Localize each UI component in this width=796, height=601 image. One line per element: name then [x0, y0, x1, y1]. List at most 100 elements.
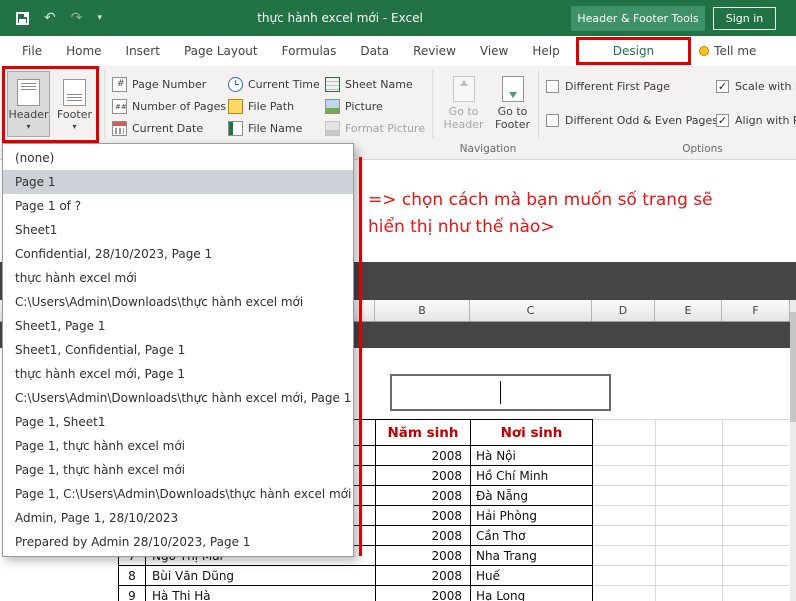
cell-city[interactable]: Hải Phòng	[471, 506, 593, 526]
gridline	[593, 465, 789, 466]
tab-help[interactable]: Help	[520, 36, 571, 66]
header-dropdown-item[interactable]: Page 1, thực hành excel mới	[3, 458, 353, 482]
window-title: thực hành excel mới - Excel	[257, 11, 423, 25]
go-to-footer-button[interactable]: Go to Footer	[489, 70, 536, 136]
save-icon[interactable]	[16, 11, 29, 25]
cell-name[interactable]: Hà Thị Hà	[146, 586, 376, 601]
tab-data[interactable]: Data	[348, 36, 401, 66]
sheet-name-button[interactable]: Sheet Name	[325, 75, 413, 94]
table-header-year[interactable]: Năm sinh	[376, 420, 471, 446]
column-header-E[interactable]: E	[655, 300, 722, 321]
annotation-text: => chọn cách mà bạn muốn số trang sẽ hiể…	[368, 187, 713, 241]
file-name-button[interactable]: File Name	[228, 119, 302, 138]
excel-window: ↶ ↷ ▾ thực hành excel mới - Excel Header…	[0, 0, 796, 601]
cell-city[interactable]: Hạ Long	[471, 586, 593, 601]
checkbox-icon[interactable]: ✓	[716, 80, 729, 93]
folder-icon	[228, 99, 243, 114]
column-header-C[interactable]: C	[470, 300, 592, 321]
header-dropdown-item[interactable]: Prepared by Admin 28/10/2023, Page 1	[3, 530, 353, 554]
chevron-down-icon: ▾	[26, 121, 31, 131]
cell-city[interactable]: Hồ Chí Minh	[471, 466, 593, 486]
cell-year[interactable]: 2008	[376, 446, 471, 466]
tab-view[interactable]: View	[468, 36, 520, 66]
tell-me-label: Tell me	[714, 44, 757, 58]
tab-design[interactable]: Design	[575, 37, 692, 65]
current-time-label: Current Time	[248, 78, 320, 91]
header-dropdown-item[interactable]: C:\Users\Admin\Downloads\thực hành excel…	[3, 290, 353, 314]
quick-access-toolbar: ↶ ↷ ▾	[16, 0, 102, 36]
footer-button[interactable]: Footer ▾	[53, 71, 96, 137]
page-number-button[interactable]: Page Number	[112, 75, 206, 94]
cell-name[interactable]: Bùi Văn Dũng	[146, 566, 376, 586]
checkbox-icon[interactable]	[546, 114, 559, 127]
tab-file[interactable]: File	[10, 36, 54, 66]
gridline	[593, 419, 789, 420]
file-path-button[interactable]: File Path	[228, 97, 294, 116]
header-dropdown-item[interactable]: Sheet1	[3, 218, 353, 242]
checkbox-icon[interactable]: ✓	[716, 114, 729, 127]
text-cursor	[500, 381, 501, 404]
header-dropdown-item[interactable]: Sheet1, Confidential, Page 1	[3, 338, 353, 362]
header-dropdown-item[interactable]: Page 1, C:\Users\Admin\Downloads\thực hà…	[3, 482, 353, 506]
cell-year[interactable]: 2008	[376, 486, 471, 506]
cell-city[interactable]: Huế	[471, 566, 593, 586]
redo-icon[interactable]: ↷	[71, 11, 83, 25]
header-dropdown-item[interactable]: Page 1, Sheet1	[3, 410, 353, 434]
number-of-pages-button[interactable]: Number of Pages	[112, 97, 226, 116]
cell-year[interactable]: 2008	[376, 466, 471, 486]
align-with-margins-checkbox[interactable]: ✓ Align with P	[716, 114, 796, 127]
cell-stt[interactable]: 8	[119, 566, 146, 586]
different-odd-even-checkbox[interactable]: Different Odd & Even Pages	[546, 114, 718, 127]
current-date-button[interactable]: Current Date	[112, 119, 203, 138]
header-dropdown-item[interactable]: C:\Users\Admin\Downloads\thực hành excel…	[3, 386, 353, 410]
cell-stt[interactable]: 9	[119, 586, 146, 601]
cell-city[interactable]: Nha Trang	[471, 546, 593, 566]
go-to-header-icon	[452, 75, 475, 102]
sign-in-button[interactable]: Sign in	[713, 7, 776, 30]
header-dropdown-item[interactable]: (none)	[3, 146, 353, 170]
header-dropdown-item[interactable]: Page 1, thực hành excel mới	[3, 434, 353, 458]
tab-page-layout[interactable]: Page Layout	[172, 36, 270, 66]
undo-icon[interactable]: ↶	[44, 11, 56, 25]
cell-year[interactable]: 2008	[376, 566, 471, 586]
cell-city[interactable]: Hà Nội	[471, 446, 593, 466]
header-button[interactable]: Header ▾	[7, 71, 50, 137]
tab-review[interactable]: Review	[401, 36, 468, 66]
column-header-B[interactable]: B	[375, 300, 470, 321]
picture-icon	[325, 99, 340, 114]
scale-with-document-checkbox[interactable]: ✓ Scale with D	[716, 80, 796, 93]
current-time-button[interactable]: Current Time	[228, 75, 320, 94]
cell-city[interactable]: Đà Nẵng	[471, 486, 593, 506]
file-path-label: File Path	[248, 100, 295, 113]
cell-year[interactable]: 2008	[376, 546, 471, 566]
header-dropdown-item[interactable]: thực hành excel mới, Page 1	[3, 362, 353, 386]
tab-formulas[interactable]: Formulas	[270, 36, 349, 66]
align-with-margins-label: Align with P	[735, 114, 796, 127]
header-dropdown-item[interactable]: Confidential, 28/10/2023, Page 1	[3, 242, 353, 266]
different-first-page-checkbox[interactable]: Different First Page	[546, 80, 670, 93]
header-dropdown-item-selected[interactable]: Page 1	[3, 170, 353, 194]
group-divider	[538, 70, 539, 138]
go-to-footer-label: Go to Footer	[495, 104, 530, 131]
header-dropdown-item[interactable]: Sheet1, Page 1	[3, 314, 353, 338]
tab-insert[interactable]: Insert	[114, 36, 172, 66]
tell-me-box[interactable]: Tell me	[699, 44, 756, 58]
cell-year[interactable]: 2008	[376, 586, 471, 601]
header-dropdown-item[interactable]: thực hành excel mới	[3, 266, 353, 290]
scrollbar-thumb[interactable]	[790, 312, 796, 422]
header-dropdown-item[interactable]: Admin, Page 1, 28/10/2023	[3, 506, 353, 530]
table-header-city[interactable]: Nơi sinh	[471, 420, 593, 446]
group-divider	[104, 70, 105, 138]
sheet-name-label: Sheet Name	[345, 78, 413, 91]
cell-year[interactable]: 2008	[376, 526, 471, 546]
current-date-label: Current Date	[132, 122, 204, 135]
customize-qat-icon[interactable]: ▾	[97, 11, 102, 25]
column-header-F[interactable]: F	[722, 300, 790, 321]
checkbox-icon[interactable]	[546, 80, 559, 93]
cell-city[interactable]: Cần Thơ	[471, 526, 593, 546]
column-header-D[interactable]: D	[592, 300, 655, 321]
picture-button[interactable]: Picture	[325, 97, 383, 116]
header-dropdown-item[interactable]: Page 1 of ?	[3, 194, 353, 218]
tab-home[interactable]: Home	[54, 36, 113, 66]
cell-year[interactable]: 2008	[376, 506, 471, 526]
